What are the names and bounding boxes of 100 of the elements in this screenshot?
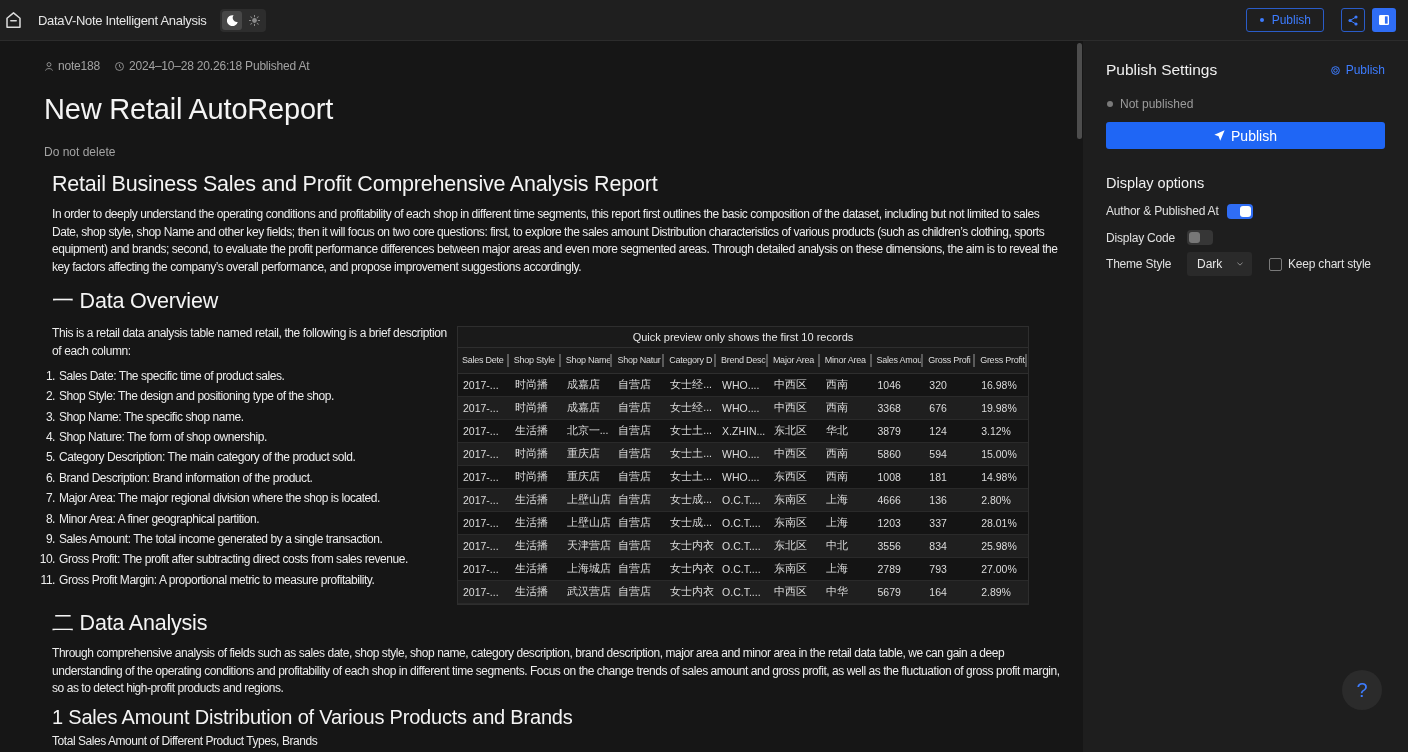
table-cell: 793 — [924, 557, 977, 581]
list-item-text: Major Area: The major regional division where the shop is located. — [59, 491, 380, 506]
table-cell: 女士内衣 — [665, 580, 718, 604]
checkbox[interactable] — [1269, 257, 1282, 271]
table-cell: 女士内衣 — [665, 557, 718, 581]
table-cell: 14.98% — [976, 465, 1028, 489]
published-time: 2024–10–28 20.26:18 Published At — [129, 59, 310, 73]
scrollbar[interactable] — [1077, 43, 1082, 139]
table-cell: 15.00% — [976, 442, 1028, 466]
subsection-heading: 1 Sales Amount Distribution of Various Products and Brands — [52, 704, 574, 730]
dark-mode-button[interactable] — [222, 10, 243, 30]
table-cell: 337 — [924, 511, 977, 535]
list-item-text: Gross Profit: The profit after subtracting direct costs from sales revenue. — [59, 552, 408, 567]
list-number: 4. — [44, 430, 55, 444]
table-cell: 女士经... — [665, 396, 718, 420]
table-cell: 女士成... — [665, 511, 718, 535]
app-title: DataV-Note Intelligent Analysis — [38, 12, 207, 28]
column-header: Category D — [665, 347, 718, 374]
table-cell: 136 — [924, 488, 977, 512]
table-cell: O.C.T.... — [717, 511, 769, 535]
table-cell: O.C.T.... — [717, 488, 769, 512]
send-icon — [1214, 130, 1226, 141]
table-cell: 2.80% — [976, 488, 1028, 512]
share-button[interactable] — [1341, 8, 1365, 32]
moon-icon — [226, 14, 238, 26]
checkbox-label[interactable]: Keep chart style — [1288, 257, 1371, 272]
paragraph: This is a retail data analysis table named retail, the following is a brief description of each column: — [52, 324, 448, 360]
report-note: Do not delete — [44, 144, 117, 160]
table-cell: WHO.... — [717, 465, 769, 489]
table-cell: 自营店 — [613, 396, 666, 420]
table-cell: 自营店 — [613, 465, 666, 489]
table-cell: 自营店 — [613, 373, 666, 397]
column-header: Sales Dete — [458, 347, 510, 374]
toggle-switch[interactable] — [1187, 230, 1213, 246]
table-cell: 自营店 — [613, 557, 666, 581]
table-cell: 女士土... — [665, 442, 718, 466]
home-icon[interactable] — [6, 12, 21, 28]
list-number: 9. — [44, 531, 55, 546]
column-header: Gross Profi — [924, 347, 977, 374]
table-cell: WHO.... — [717, 442, 769, 466]
table-cell: O.C.T.... — [717, 557, 769, 581]
table-cell: 2.89% — [976, 580, 1028, 604]
table-cell: 320 — [924, 373, 977, 397]
table-cell: 自营店 — [613, 419, 666, 443]
table-cell: 自营店 — [613, 488, 666, 512]
table-cell: O.C.T.... — [717, 580, 769, 604]
table-cell: 女士土... — [665, 465, 718, 489]
report-title: New Retail AutoReport — [44, 92, 335, 127]
section-title: Display options — [1106, 174, 1206, 192]
publish-button[interactable]: Publish — [1106, 122, 1385, 149]
table-cell: 2017-... — [458, 511, 510, 535]
list-item-text: Shop Name: The specific shop name. — [59, 409, 244, 424]
table-cell: 女士经... — [665, 373, 718, 397]
table-cell: 3.12% — [976, 419, 1028, 443]
table-cell: 164 — [924, 580, 977, 604]
table-cell: O.C.T.... — [717, 534, 769, 558]
table-cell: 25.98% — [976, 534, 1028, 558]
publish-button[interactable]: Publish — [1245, 8, 1324, 32]
table-cell: 28.01% — [976, 511, 1028, 535]
list-number: 5. — [44, 450, 55, 465]
toggle-switch[interactable] — [1226, 203, 1253, 219]
panel-toggle-button[interactable] — [1372, 8, 1396, 32]
paragraph: In order to deeply understand the operating conditions and profitability of each shop in different time segments, this report first outlines the basic composition of the dataset, including but not limited to sales Date, shop style, shop Name and other key fields; then it will focus on two core questions: first, to explore the sales amount Distribution characteristics of various products (such as children’s clothing, sports equipment) and brands; second, to evaluate the profit performance differences between major areas and even more segmented areas. Through detailed analysis on these dimensions, the aim is to reveal the key factors affecting the company’s overall performance, and propose improvement suggestions accordingly. — [52, 206, 1059, 277]
paragraph: Through comprehensive analysis of fields such as sales date, shop style, shop name, category description, brand description, major area and minor area in the retail data table, we can gain a deep understanding of the operating conditions and profitability of each shop in different time segments. Focus on the change trends of sales amount and gross profit, as well as the fluctuation of gross profit margin, so as to detect high-profit products and regions. — [52, 644, 1061, 698]
list-item-text: Sales Amount: The total income generated by a single transaction. — [59, 531, 383, 546]
column-header: Gress Profit — [976, 347, 1028, 374]
sun-icon — [248, 14, 260, 26]
table-caption: Quick preview only shows the first 10 records — [458, 326, 1028, 348]
share-icon — [1348, 14, 1358, 26]
column-header: Shop Natur — [613, 347, 666, 374]
table-cell: 2017-... — [458, 534, 510, 558]
panel-title: Publish Settings — [1106, 61, 1218, 79]
table-cell: 2017-... — [458, 488, 510, 512]
list-item-text: Sales Date: The specific time of product sales. — [59, 368, 285, 383]
table-cell: 2017-... — [458, 373, 510, 397]
user-icon — [45, 61, 53, 71]
table-cell: 27.00% — [976, 557, 1028, 581]
table-cell: 2017-... — [458, 465, 510, 489]
list-number: 3. — [44, 409, 55, 424]
publish-link[interactable]: Publish — [1330, 63, 1385, 77]
dot-icon — [1259, 18, 1264, 22]
section-heading: Retail Business Sales and Profit Comprehensive Analysis Report — [52, 171, 659, 198]
clock-icon — [115, 61, 124, 71]
table-cell: 2017-... — [458, 442, 510, 466]
list-number: 11. — [39, 572, 55, 587]
option-label: Author & Published At — [1106, 204, 1219, 219]
table-cell: 124 — [924, 419, 977, 443]
help-button[interactable]: ? — [1342, 670, 1382, 710]
table-cell: 2017-... — [458, 557, 510, 581]
list-item-text: Minor Area: A finer geographical partition. — [59, 511, 260, 526]
list-number: 6. — [44, 470, 55, 485]
ring-icon — [1330, 65, 1340, 75]
list-item-text: Shop Style: The design and positioning type of the shop. — [59, 389, 334, 404]
author-name: note188 — [58, 59, 100, 73]
list-item-text: Shop Nature: The form of shop ownership. — [59, 430, 267, 444]
table-cell: X.ZHIN... — [717, 419, 769, 443]
table-cell: 女士土... — [665, 419, 718, 443]
theme-select[interactable]: Dark — [1187, 252, 1252, 277]
list-number: 8. — [44, 511, 55, 526]
table-cell: 女士内衣 — [665, 534, 718, 558]
